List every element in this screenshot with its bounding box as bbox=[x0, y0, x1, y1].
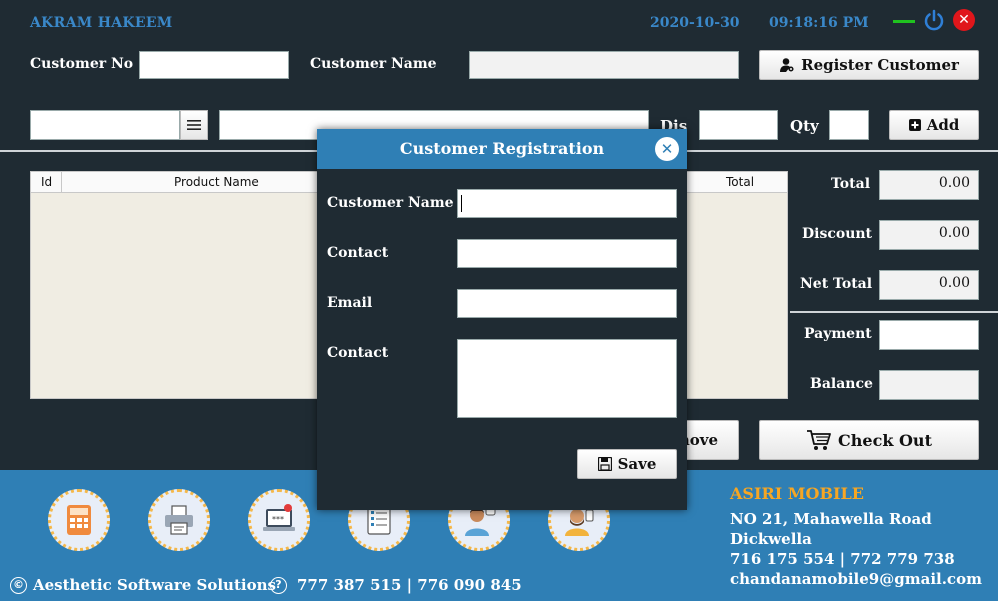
printer-icon[interactable] bbox=[148, 489, 210, 551]
dialog-contact-input[interactable] bbox=[457, 239, 677, 268]
summary-divider bbox=[790, 311, 998, 313]
customer-no-label: Customer No bbox=[30, 56, 134, 72]
discount-input[interactable] bbox=[699, 110, 778, 140]
total-value: 0.00 bbox=[879, 170, 979, 200]
qty-label: Qty bbox=[790, 117, 819, 135]
balance-value bbox=[879, 370, 979, 400]
footer-company: © Aesthetic Software Solutions bbox=[10, 576, 276, 594]
current-time: 09:18:16 PM bbox=[769, 15, 869, 31]
column-divider bbox=[61, 172, 62, 193]
user-key-icon bbox=[780, 58, 794, 72]
customer-name-input[interactable] bbox=[469, 51, 739, 79]
dialog-contact-label: Contact bbox=[327, 245, 389, 261]
product-code-input[interactable] bbox=[30, 110, 180, 140]
help-icon: ? bbox=[270, 576, 287, 594]
dialog-email-input[interactable] bbox=[457, 289, 677, 318]
balance-label: Balance bbox=[810, 376, 873, 392]
contact-numbers: 777 387 515 | 776 090 845 bbox=[297, 576, 522, 594]
qty-input[interactable] bbox=[829, 110, 869, 140]
svg-text:***: *** bbox=[272, 515, 284, 524]
shop-email: chandanamobile9@gmail.com bbox=[730, 570, 982, 588]
laptop-password-icon[interactable]: *** bbox=[248, 489, 310, 551]
menu-icon bbox=[187, 120, 201, 130]
discount-total-value: 0.00 bbox=[879, 220, 979, 250]
close-icon[interactable]: ✕ bbox=[953, 9, 975, 31]
power-icon[interactable] bbox=[923, 9, 945, 31]
dialog-email-label: Email bbox=[327, 295, 373, 311]
shop-phones: 716 175 554 | 772 779 738 bbox=[730, 550, 955, 568]
add-label: Add bbox=[926, 116, 960, 134]
net-total-value: 0.00 bbox=[879, 270, 979, 300]
dialog-address-label: Contact bbox=[327, 345, 389, 361]
dialog-customer-name-input[interactable] bbox=[457, 189, 677, 218]
shop-address-line2: Dickwella bbox=[730, 530, 812, 548]
customer-name-label: Customer Name bbox=[310, 56, 437, 72]
copyright-icon: © bbox=[10, 576, 27, 594]
minimize-icon[interactable] bbox=[893, 20, 915, 23]
dialog-customer-name-label: Customer Name bbox=[327, 195, 454, 211]
user-name: AKRAM HAKEEM bbox=[30, 15, 173, 31]
dialog-title: Customer Registration bbox=[317, 129, 687, 169]
cart-icon bbox=[807, 430, 831, 450]
text-caret bbox=[461, 195, 462, 212]
column-header-total[interactable]: Total bbox=[726, 175, 754, 189]
checkout-button[interactable]: Check Out bbox=[759, 420, 979, 460]
current-date: 2020-10-30 bbox=[650, 15, 740, 31]
dialog-address-textarea[interactable] bbox=[457, 339, 677, 418]
save-label: Save bbox=[617, 455, 657, 473]
checkout-label: Check Out bbox=[838, 430, 932, 450]
register-customer-label: Register Customer bbox=[801, 56, 959, 74]
shop-name: ASIRI MOBILE bbox=[730, 484, 864, 503]
product-list-button[interactable] bbox=[180, 110, 208, 140]
floppy-disk-icon bbox=[597, 457, 612, 471]
payment-label: Payment bbox=[804, 326, 872, 342]
footer-contact: ? 777 387 515 | 776 090 845 bbox=[270, 576, 522, 594]
company-name: Aesthetic Software Solutions bbox=[33, 576, 276, 594]
total-label: Total bbox=[831, 176, 871, 192]
customer-no-input[interactable] bbox=[139, 51, 289, 79]
plus-icon bbox=[908, 119, 921, 131]
shop-address-line1: NO 21, Mahawella Road bbox=[730, 510, 932, 528]
register-customer-button[interactable]: Register Customer bbox=[759, 50, 979, 80]
column-header-id[interactable]: Id bbox=[41, 175, 52, 189]
customer-registration-dialog: Customer Registration ✕ Customer Name Co… bbox=[317, 129, 687, 510]
close-icon[interactable]: ✕ bbox=[655, 137, 679, 161]
net-total-label: Net Total bbox=[800, 276, 873, 292]
add-button[interactable]: Add bbox=[889, 110, 979, 140]
calculator-icon[interactable] bbox=[48, 489, 110, 551]
payment-input[interactable] bbox=[879, 320, 979, 350]
column-header-product-name[interactable]: Product Name bbox=[174, 175, 259, 189]
save-button[interactable]: Save bbox=[577, 449, 677, 479]
discount-total-label: Discount bbox=[802, 226, 873, 242]
